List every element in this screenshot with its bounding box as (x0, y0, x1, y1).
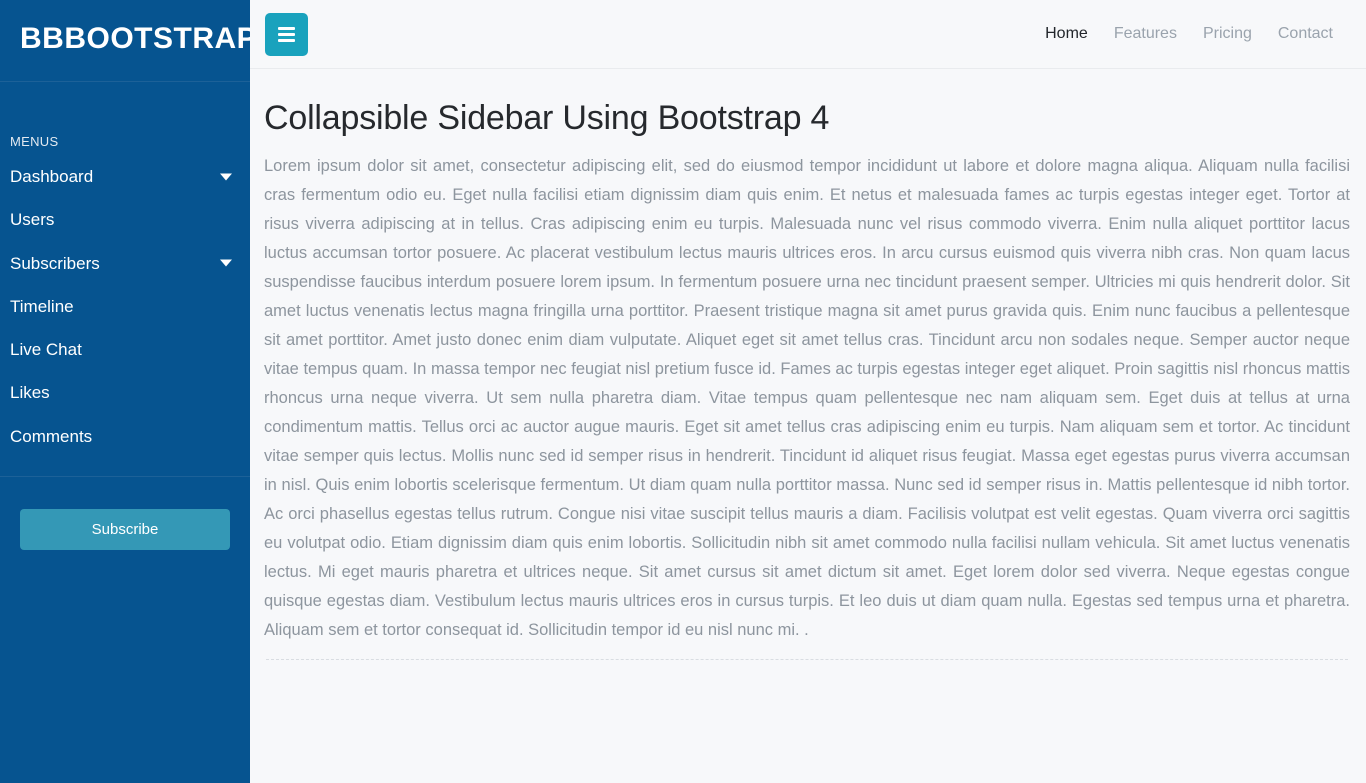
sidebar-item-timeline[interactable]: Timeline (0, 285, 250, 328)
sidebar-item-live-chat[interactable]: Live Chat (0, 328, 250, 371)
sidebar-link-comments[interactable]: Comments (0, 415, 250, 458)
dashed-divider (266, 658, 1348, 660)
sidebar-item-dashboard[interactable]: Dashboard (0, 155, 250, 198)
page-title: Collapsible Sidebar Using Bootstrap 4 (264, 99, 830, 137)
sidebar-item-likes[interactable]: Likes (0, 371, 250, 414)
nav-link-contact[interactable]: Contact (1265, 16, 1346, 51)
sidebar-link-timeline[interactable]: Timeline (0, 285, 250, 328)
sidebar: BBBOOTSTRAP MENUS Dashboard Users Subscr… (0, 0, 258, 783)
nav-link-pricing[interactable]: Pricing (1190, 16, 1265, 51)
sidebar-link-users[interactable]: Users (0, 198, 250, 241)
nav-link-home[interactable]: Home (1032, 16, 1101, 51)
hamburger-bar (278, 38, 295, 42)
sidebar-link-live-chat[interactable]: Live Chat (0, 328, 250, 371)
sidebar-footer: Subscribe (0, 477, 250, 550)
subscribe-button[interactable]: Subscribe (20, 508, 230, 550)
sidebar-link-likes[interactable]: Likes (0, 371, 250, 414)
top-navbar: Home Features Pricing Contact (250, 0, 1366, 69)
sidebar-section-label: MENUS (10, 134, 59, 149)
nav-link-features[interactable]: Features (1101, 16, 1190, 51)
sidebar-menu-list: Dashboard Users Subscribers Timeline Liv… (0, 155, 250, 477)
sidebar-link-dashboard[interactable]: Dashboard (0, 155, 250, 198)
sidebar-item-comments[interactable]: Comments (0, 415, 250, 458)
hamburger-icon[interactable] (265, 12, 308, 56)
sidebar-item-subscribers[interactable]: Subscribers (0, 242, 250, 285)
hamburger-bar (278, 26, 295, 30)
sidebar-link-subscribers[interactable]: Subscribers (0, 242, 250, 285)
sidebar-header: BBBOOTSTRAP (0, 0, 258, 82)
brand-title: BBBOOTSTRAP (20, 22, 258, 55)
body-paragraph: Lorem ipsum dolor sit amet, consectetur … (264, 156, 1350, 639)
hamburger-bar (278, 32, 295, 36)
content-area: Home Features Pricing Contact Collapsibl… (250, 0, 1366, 783)
navbar-links: Home Features Pricing Contact (1032, 16, 1354, 51)
page-wrapper: BBBOOTSTRAP MENUS Dashboard Users Subscr… (0, 0, 1366, 783)
content-body: Collapsible Sidebar Using Bootstrap 4 Lo… (250, 69, 1366, 783)
sidebar-item-users[interactable]: Users (0, 198, 250, 241)
